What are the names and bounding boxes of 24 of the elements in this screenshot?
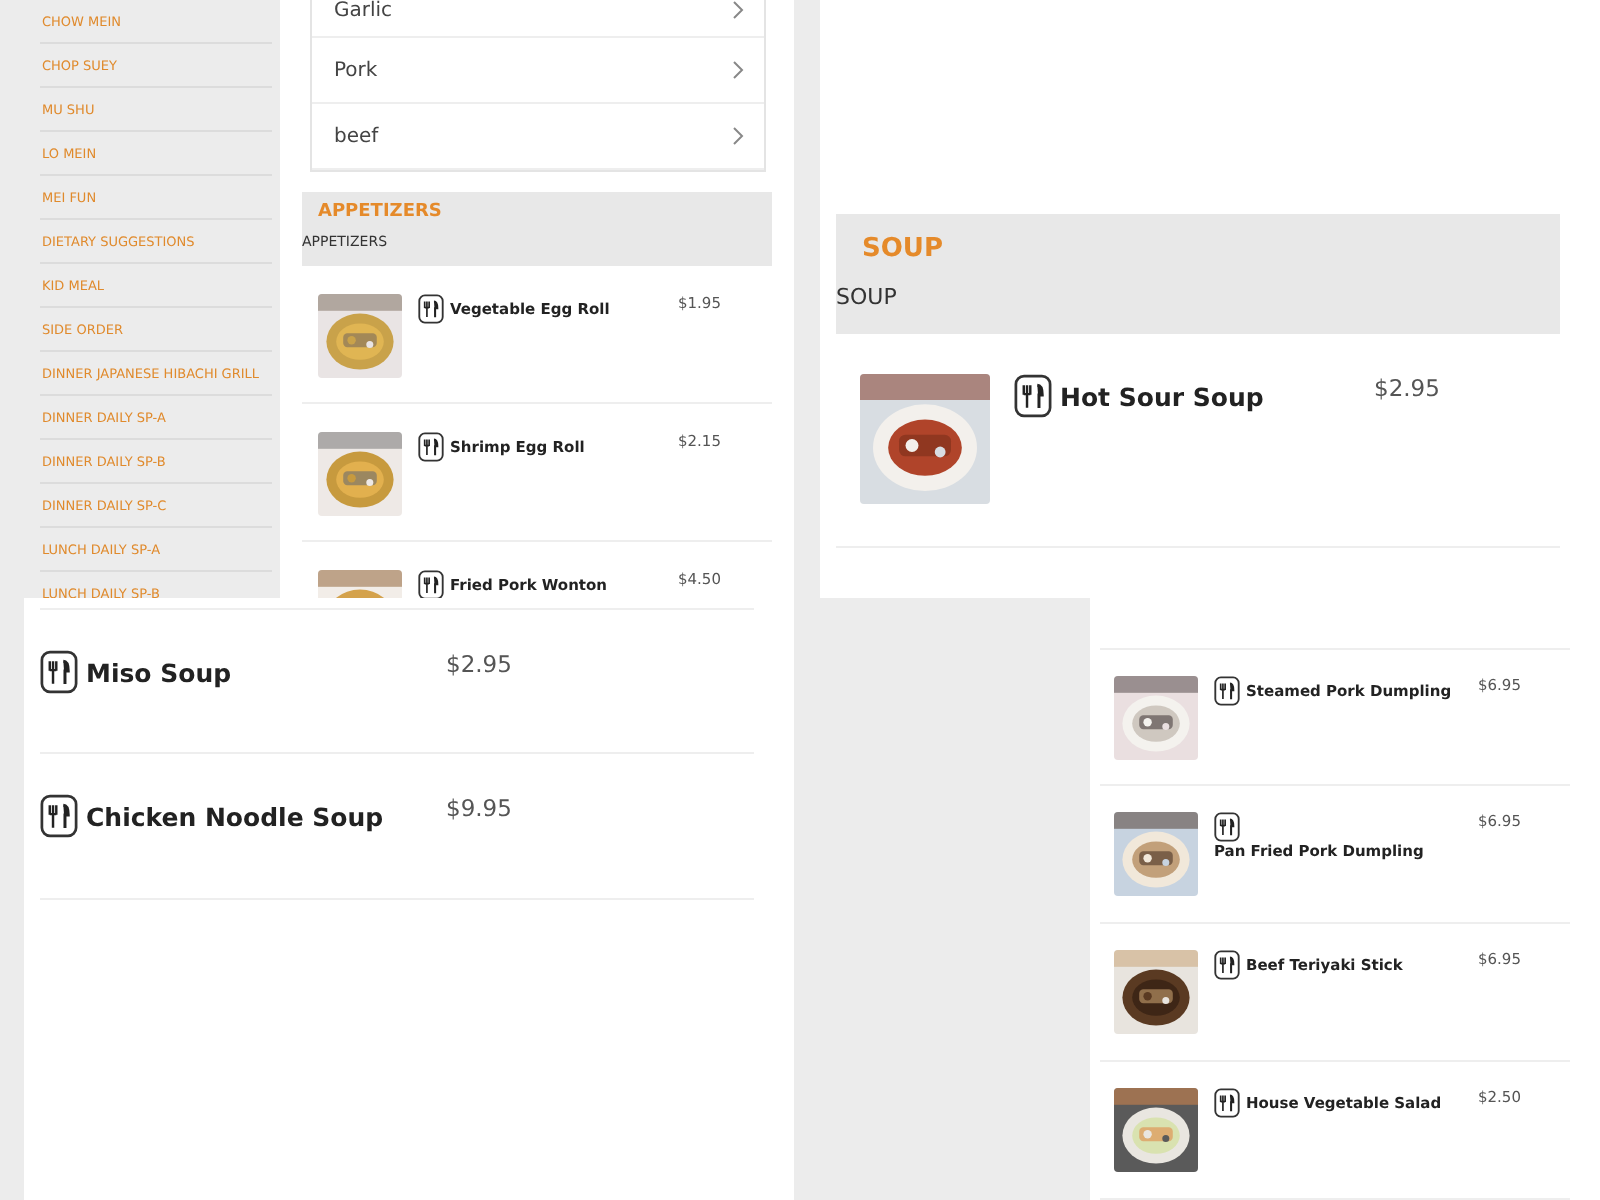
item-price: $2.95 xyxy=(1374,374,1440,402)
fork-knife-icon xyxy=(1214,812,1240,842)
fork-knife-icon xyxy=(418,432,444,462)
fork-knife-icon xyxy=(1014,374,1052,418)
fork-knife-icon xyxy=(1214,676,1240,706)
chevron-icon xyxy=(732,0,744,20)
fork-knife-icon xyxy=(1214,950,1240,980)
fork-knife-icon xyxy=(418,294,444,324)
section-title: SOUP xyxy=(860,234,945,264)
item-price: $9.95 xyxy=(446,794,512,822)
section-subtitle: SOUP xyxy=(836,284,899,310)
chevron-icon xyxy=(732,126,744,146)
option-row[interactable]: Pork xyxy=(312,38,764,104)
option-row[interactable]: Garlic xyxy=(312,0,764,38)
chevron-icon xyxy=(732,60,744,80)
item-name[interactable]: Miso Soup xyxy=(86,657,232,687)
item-name[interactable]: Hot Sour Soup xyxy=(1060,381,1264,411)
fork-knife-icon xyxy=(1214,1088,1240,1118)
section-title: APPETIZERS xyxy=(316,202,444,222)
fork-knife-icon xyxy=(40,650,78,694)
item-price: $2.95 xyxy=(446,650,512,678)
fork-knife-icon xyxy=(40,794,78,838)
item-name[interactable]: Chicken Noodle Soup xyxy=(86,801,384,831)
option-row[interactable]: beef xyxy=(312,104,764,170)
